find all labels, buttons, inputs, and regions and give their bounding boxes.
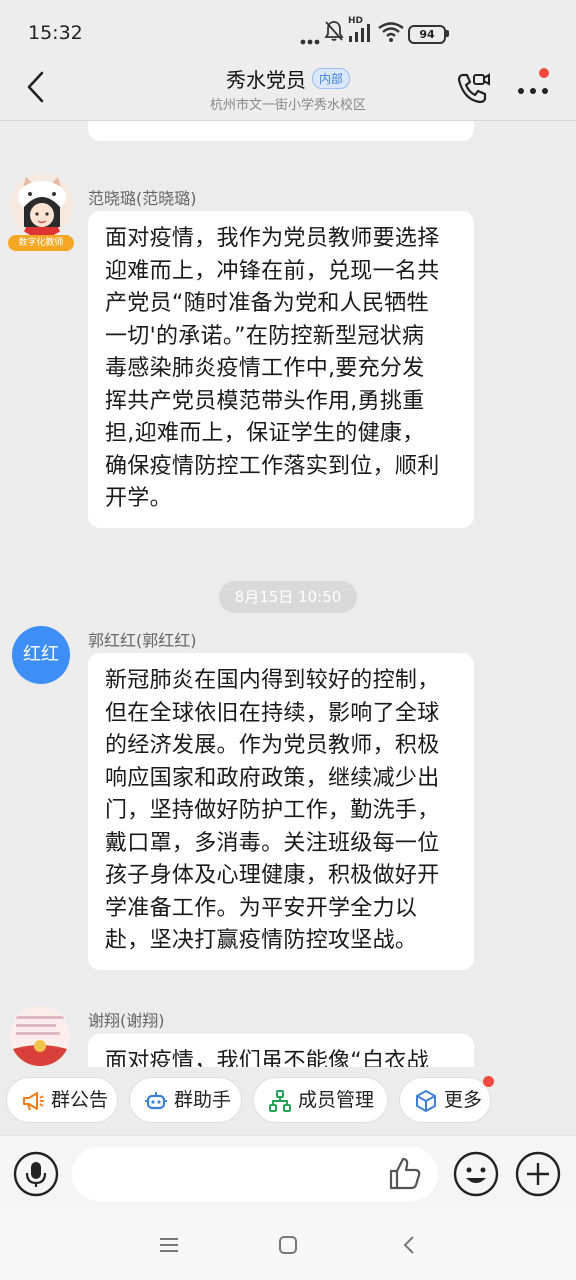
message-line: 的经济发展。作为党员教师，积极: [105, 733, 440, 758]
quick-action-label: 成员管理: [298, 1089, 375, 1111]
home-icon[interactable]: [279, 1236, 297, 1258]
message-line: 一切'的承诺。”在防控新型冠状病: [105, 323, 425, 349]
message-bubble[interactable]: 面对疫情，我作为党员教师要选择 迎难而上，冲锋在前，兑现一名共 产党员“随时准备…: [88, 211, 474, 528]
internal-badge: 内部: [311, 68, 350, 89]
video-call-icon[interactable]: [456, 70, 492, 110]
message-bubble[interactable]: 新冠肺炎在国内得到较好的控制， 但在全球依旧在持续，影响了全球 的经济发展。作为…: [88, 653, 474, 970]
wifi-icon: [378, 22, 404, 46]
avatar-guo[interactable]: 红红: [12, 626, 70, 684]
message-line: 挥共产党员模范带头作用,勇挑重: [105, 388, 425, 414]
message-line: 响应国家和政府政策，继续减少出: [105, 765, 440, 791]
group-announcement-button[interactable]: 群公告: [6, 1077, 118, 1123]
message-line: 担,迎难而上，保证学生的健康，: [105, 421, 425, 446]
message-line: 新冠肺炎在国内得到较好的控制，: [105, 668, 440, 693]
robot-icon: [145, 1092, 167, 1110]
message-line: 戴口罩，多消毒。关注班级每一位: [105, 830, 440, 856]
chat-header: 秀水党员 内部 杭州市文一街小学秀水校区: [0, 62, 576, 121]
message-bubble-previous[interactable]: [88, 121, 474, 141]
message-line: 面对疫情，我作为党员教师要选择: [105, 226, 440, 251]
recent-apps-icon[interactable]: [160, 1237, 178, 1257]
message-line: 面对疫情，我们虽不能像“白衣战: [105, 1049, 429, 1067]
megaphone-icon: [23, 1092, 44, 1111]
signal-icon: [348, 24, 372, 46]
quick-action-label: 更多: [444, 1089, 483, 1111]
message-line: 赴，坚决打赢疫情防控攻坚战。: [105, 928, 418, 953]
message-bubble[interactable]: 面对疫情，我们虽不能像“白衣战: [88, 1034, 474, 1067]
member-management-button[interactable]: 成员管理: [253, 1077, 388, 1123]
avatar-fan[interactable]: [10, 173, 74, 237]
message-input[interactable]: [72, 1147, 438, 1201]
message-line: 学准备工作。为平安开学全力以: [105, 895, 418, 921]
status-time: 15:32: [28, 22, 83, 44]
message-line: 迎难而上，冲锋在前，兑现一名共: [105, 258, 440, 284]
message-line: 开学。: [105, 486, 172, 511]
plus-icon[interactable]: [515, 1151, 561, 1201]
chat-message-list[interactable]: 数字化教师 范晓璐(范晓璐) 面对疫情，我作为党员教师要选择 迎难而上，冲锋在前…: [0, 121, 576, 1067]
sender-name[interactable]: 谢翔(谢翔): [88, 1007, 165, 1031]
org-chart-icon: [269, 1090, 291, 1112]
message-timestamp: 8月15日 10:50: [219, 581, 357, 613]
message-line: 毒感染肺炎疫情工作中,要充分发: [105, 356, 425, 381]
status-bar: 15:32 HD 94: [0, 0, 576, 62]
system-navigation-bar: [0, 1211, 576, 1280]
thumbs-up-icon[interactable]: [387, 1156, 423, 1196]
sender-name[interactable]: 郭红红(郭红红): [88, 627, 197, 651]
group-name: 秀水党员: [225, 68, 306, 92]
nav-back-icon[interactable]: [402, 1235, 416, 1259]
emoji-icon[interactable]: [453, 1151, 499, 1201]
quick-action-label: 群公告: [51, 1089, 109, 1111]
quick-action-label: 群助手: [174, 1089, 232, 1111]
message-line: 确保疫情防控工作落实到位，顺利: [105, 453, 440, 479]
message-line: 孩子身体及心理健康，积极做好开: [105, 863, 440, 888]
cube-icon: [416, 1090, 436, 1112]
more-button[interactable]: 更多: [399, 1077, 491, 1123]
group-assistant-button[interactable]: 群助手: [129, 1077, 242, 1123]
more-notifications-icon: [300, 30, 320, 49]
sender-name[interactable]: 范晓璐(范晓璐): [88, 185, 197, 209]
message-line: 门，坚持做好防护工作，勤洗手，: [105, 798, 440, 823]
message-line: 产党员“随时准备为党和人民牺牲: [105, 291, 429, 316]
message-input-bar: [0, 1135, 576, 1212]
battery-tip: [446, 30, 449, 37]
avatar-tag: 数字化教师: [8, 235, 74, 251]
battery-indicator: 94: [408, 25, 446, 44]
avatar-xie[interactable]: [10, 1006, 70, 1066]
more-options-icon[interactable]: [516, 82, 550, 101]
more-notification-dot: [483, 1076, 494, 1087]
voice-input-icon[interactable]: [13, 1151, 59, 1201]
mute-bell-icon: [324, 20, 344, 46]
message-line: 但在全球依旧在持续，影响了全球: [105, 700, 440, 726]
notification-dot: [539, 68, 549, 78]
